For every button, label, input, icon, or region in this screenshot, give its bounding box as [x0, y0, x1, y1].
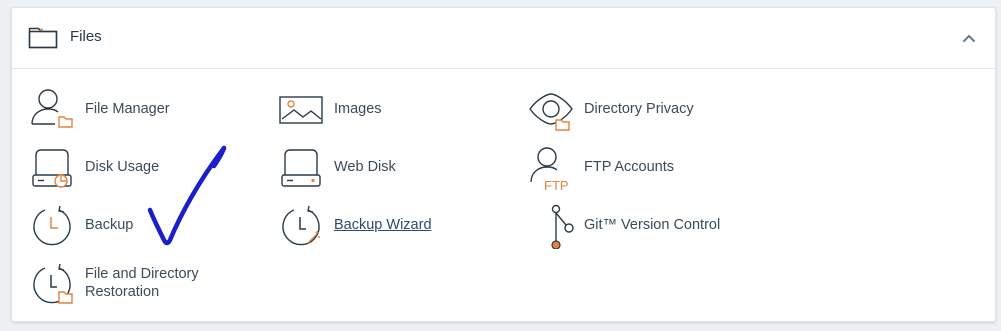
backup-link[interactable]: Backup — [29, 203, 229, 249]
directory-privacy-icon — [529, 93, 573, 131]
backup-wizard-icon — [282, 205, 320, 246]
images-icon — [279, 96, 323, 124]
file-manager-link[interactable]: File Manager — [29, 87, 229, 133]
ftp-accounts-icon: FTP — [530, 147, 569, 191]
web-disk-icon — [281, 149, 321, 187]
backup-wizard-link[interactable]: Backup Wizard — [278, 203, 478, 249]
panel-header[interactable]: Files — [12, 8, 995, 69]
git-icon — [551, 204, 574, 249]
directory-privacy-link[interactable]: Directory Privacy — [528, 87, 748, 133]
item-label: FTP Accounts — [584, 159, 674, 175]
item-label: File Manager — [85, 101, 170, 117]
git-version-control-link[interactable]: Git™ Version Control — [528, 203, 768, 249]
item-label: File and Directory Restoration — [85, 265, 199, 301]
ftp-icon-text: FTP — [544, 178, 569, 191]
disk-usage-icon — [32, 149, 72, 188]
backup-icon — [33, 205, 71, 246]
item-label: Backup — [85, 217, 134, 233]
file-restoration-link[interactable]: File and Directory Restoration — [29, 261, 249, 307]
item-label: Git™ Version Control — [584, 217, 721, 233]
files-panel: Files File Manager Images Directory Priv… — [11, 7, 996, 322]
disk-usage-link[interactable]: Disk Usage — [29, 145, 229, 191]
item-label: Web Disk — [334, 159, 396, 175]
item-label-line1: File and Directory — [85, 266, 199, 282]
images-link[interactable]: Images — [278, 87, 478, 133]
web-disk-link[interactable]: Web Disk — [278, 145, 478, 191]
file-restoration-icon — [33, 263, 73, 304]
item-label: Backup Wizard — [334, 217, 432, 233]
folder-icon — [28, 27, 58, 49]
item-label: Disk Usage — [85, 159, 160, 175]
item-label: Directory Privacy — [584, 101, 694, 117]
chevron-up-icon[interactable] — [961, 30, 977, 46]
panel-title: Files — [70, 28, 102, 45]
file-manager-icon — [31, 89, 73, 128]
item-label: Images — [334, 101, 382, 117]
ftp-accounts-link[interactable]: FTP FTP Accounts — [528, 145, 748, 191]
item-label-line2: Restoration — [85, 284, 160, 300]
